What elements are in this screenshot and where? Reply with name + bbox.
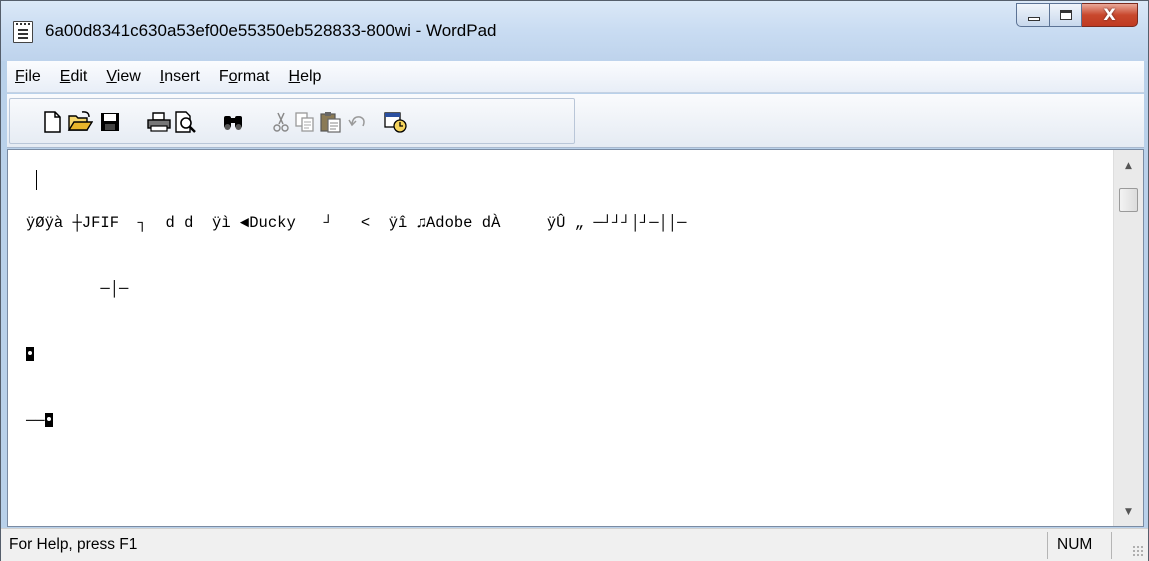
paste-icon <box>320 112 341 133</box>
date-time-icon <box>384 112 407 133</box>
minimize-button[interactable] <box>1016 3 1050 27</box>
wordpad-window: 6a00d8341c630a53ef00e55350eb528833-800wi… <box>0 0 1149 561</box>
menu-insert[interactable]: Insert <box>160 68 200 86</box>
text-caret <box>36 170 37 190</box>
text-line: ÿØÿà ┼JFIF ┐ d d ÿì ◄Ducky ┘ < ÿî ♫Adobe… <box>26 214 687 232</box>
control-char-glyph <box>44 413 53 427</box>
text-line: ─│─ <box>26 280 129 298</box>
resize-grip-icon[interactable] <box>1132 545 1144 557</box>
print-preview-button[interactable] <box>173 110 197 134</box>
paste-button[interactable] <box>318 110 342 134</box>
text-line <box>26 344 1096 366</box>
text-line: ── <box>26 410 1096 432</box>
vertical-scrollbar[interactable]: ▲ ▼ <box>1113 150 1143 526</box>
wordpad-icon[interactable] <box>13 21 33 43</box>
find-icon <box>224 116 242 130</box>
find-button[interactable] <box>221 110 245 134</box>
print-icon <box>147 112 171 132</box>
window-title: 6a00d8341c630a53ef00e55350eb528833-800wi… <box>45 21 497 40</box>
status-help-text: For Help, press F1 <box>9 536 138 553</box>
print-preview-icon <box>175 111 196 133</box>
menu-bar: File Edit View Insert Format Help <box>7 61 1144 93</box>
status-divider <box>1111 532 1112 559</box>
window-controls: X <box>1016 3 1138 29</box>
copy-icon <box>295 112 314 132</box>
new-button[interactable] <box>41 110 65 134</box>
save-button[interactable] <box>98 110 122 134</box>
status-bar: For Help, press F1 NUM <box>1 528 1148 561</box>
scroll-thumb[interactable] <box>1119 188 1138 212</box>
menu-format[interactable]: Format <box>219 68 270 86</box>
close-icon: X <box>1103 5 1116 24</box>
menu-file[interactable]: File <box>15 68 41 86</box>
menu-view[interactable]: View <box>106 68 140 86</box>
open-button[interactable] <box>67 110 93 134</box>
title-bar[interactable]: 6a00d8341c630a53ef00e55350eb528833-800wi… <box>1 1 1148 61</box>
maximize-button[interactable] <box>1050 3 1082 27</box>
date-time-button[interactable] <box>383 110 407 134</box>
close-button[interactable]: X <box>1082 3 1138 27</box>
minimize-icon <box>1028 17 1040 21</box>
maximize-icon <box>1060 10 1072 20</box>
undo-icon <box>348 116 365 127</box>
control-char-glyph <box>26 347 34 361</box>
status-divider <box>1047 532 1048 559</box>
document-editor[interactable]: ÿØÿà ┼JFIF ┐ d d ÿì ◄Ducky ┘ < ÿî ♫Adobe… <box>7 149 1144 527</box>
num-lock-indicator: NUM <box>1057 536 1093 553</box>
document-text: ÿØÿà ┼JFIF ┐ d d ÿì ◄Ducky ┘ < ÿî ♫Adobe… <box>26 168 1096 476</box>
scroll-down-icon[interactable]: ▼ <box>1114 502 1143 522</box>
save-icon <box>101 113 119 131</box>
cut-icon <box>273 112 289 132</box>
copy-button[interactable] <box>293 110 317 134</box>
print-button[interactable] <box>146 110 171 134</box>
toolbar <box>7 94 1144 148</box>
menu-help[interactable]: Help <box>289 68 322 86</box>
new-icon <box>44 111 61 133</box>
scroll-up-icon[interactable]: ▲ <box>1114 156 1143 176</box>
open-icon <box>67 111 93 131</box>
cut-button[interactable] <box>269 110 293 134</box>
menu-edit[interactable]: Edit <box>60 68 88 86</box>
undo-button[interactable] <box>345 110 369 134</box>
